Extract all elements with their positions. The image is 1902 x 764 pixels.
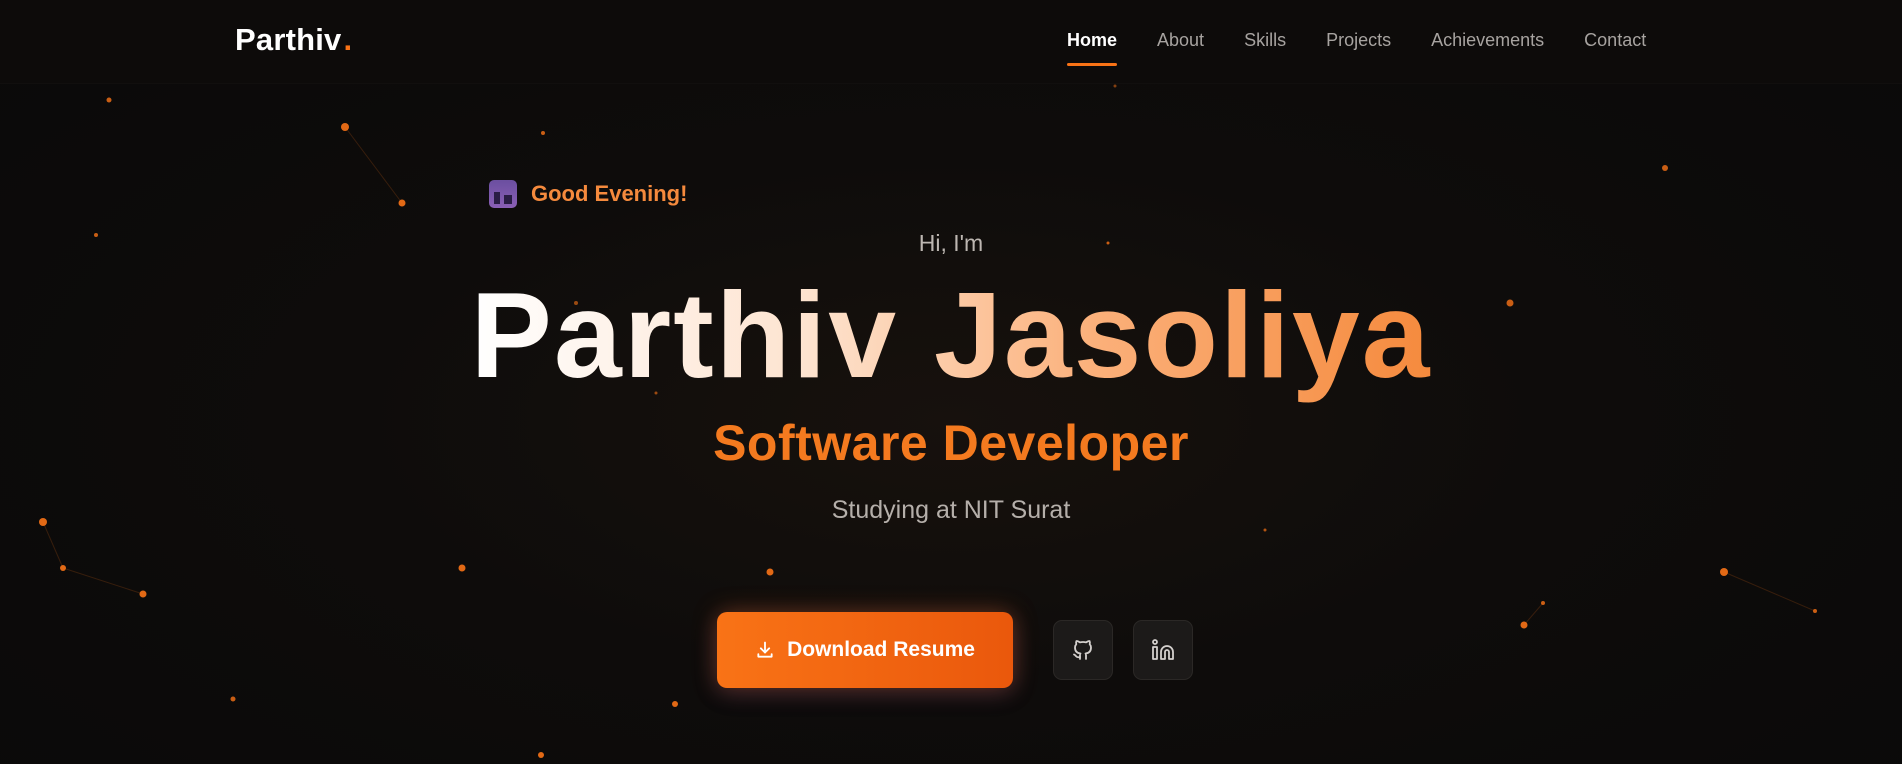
site-logo[interactable]: Parthiv. <box>235 22 352 58</box>
nav-link-contact[interactable]: Contact <box>1584 30 1646 51</box>
download-resume-button[interactable]: Download Resume <box>717 612 1013 688</box>
nav-links: Home About Skills Projects Achievements … <box>1067 30 1686 66</box>
hero-page: Parthiv. Home About Skills Projects Achi… <box>0 0 1902 764</box>
download-resume-label: Download Resume <box>787 638 975 661</box>
hero-subtitle: Studying at NIT Surat <box>831 496 1071 524</box>
nav-link-home[interactable]: Home <box>1067 30 1118 66</box>
logo-text: Parthiv <box>235 22 342 57</box>
top-navbar: Parthiv. Home About Skills Projects Achi… <box>0 0 1902 84</box>
linkedin-icon <box>1152 639 1174 660</box>
nav-link-achievements[interactable]: Achievements <box>1431 30 1544 51</box>
download-icon <box>757 641 773 658</box>
github-link[interactable] <box>1053 620 1113 680</box>
hero-name: Parthiv Jasoliya <box>0 265 1902 405</box>
greeting-row: Good Evening! <box>489 180 687 208</box>
linkedin-link[interactable] <box>1133 620 1193 680</box>
github-icon <box>1073 640 1092 660</box>
intro-text: Hi, I'm <box>918 230 984 256</box>
nav-link-projects[interactable]: Projects <box>1326 30 1391 51</box>
nav-link-skills[interactable]: Skills <box>1244 30 1286 51</box>
hero-name-text: Parthiv Jasoliya <box>470 267 1432 403</box>
nav-link-about[interactable]: About <box>1157 30 1204 51</box>
logo-dot: . <box>343 22 353 57</box>
greeting-text: Good Evening! <box>531 181 688 206</box>
night-city-icon <box>489 180 517 208</box>
hero-role: Software Developer <box>713 415 1189 471</box>
